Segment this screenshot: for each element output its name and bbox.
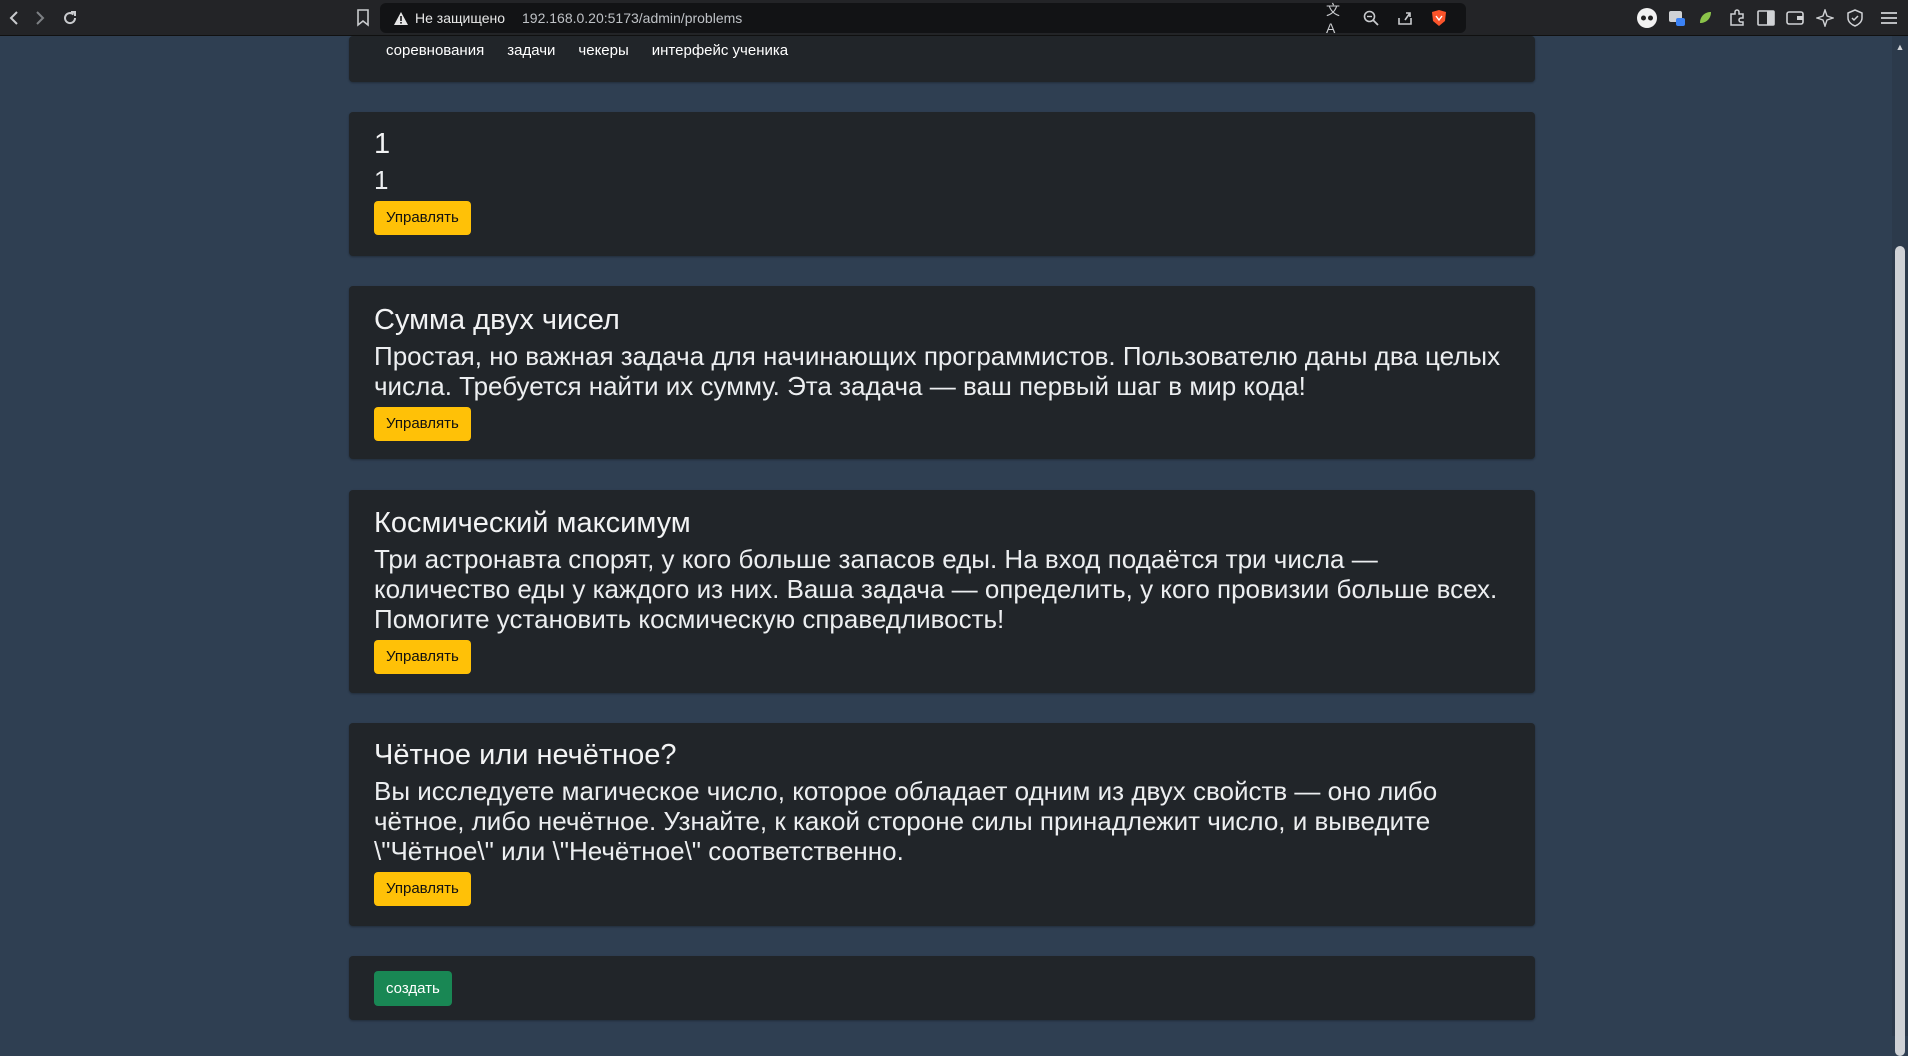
bookmark-icon[interactable] <box>349 4 377 32</box>
manage-button[interactable]: Управлять <box>374 201 471 235</box>
security-label[interactable]: Не защищено <box>415 0 505 36</box>
create-button[interactable]: создать <box>374 971 452 1006</box>
hamburger-menu-icon[interactable] <box>1876 5 1902 31</box>
problem-card: 1 1 Управлять <box>349 112 1535 256</box>
warning-icon[interactable] <box>392 3 410 33</box>
scrollbar[interactable]: ▲ ▼ <box>1892 36 1908 1056</box>
problem-title: Чётное или нечётное? <box>374 739 677 771</box>
sidebar-icon[interactable] <box>1753 5 1779 31</box>
scroll-thumb[interactable] <box>1895 246 1905 1056</box>
admin-nav-card: соревнования задачи чекеры интерфейс уче… <box>349 36 1535 82</box>
extension-avatar-icon[interactable] <box>1634 5 1660 31</box>
problem-description: 1 <box>374 165 389 195</box>
problem-title: Космический максимум <box>374 507 691 539</box>
problem-title: 1 <box>374 128 391 160</box>
problem-description: Простая, но важная задача для начинающих… <box>374 341 1501 401</box>
manage-button[interactable]: Управлять <box>374 407 471 441</box>
url-text[interactable]: 192.168.0.20:5173/admin/problems <box>522 0 742 36</box>
manage-button[interactable]: Управлять <box>374 872 471 906</box>
brave-shield-icon[interactable] <box>1428 3 1450 33</box>
nav-link-problems[interactable]: задачи <box>507 42 555 59</box>
extension-leaf-icon[interactable] <box>1692 5 1718 31</box>
problem-card: Космический максимум Три астронавта спор… <box>349 490 1535 693</box>
reload-icon[interactable] <box>56 4 84 32</box>
problem-description: Вы исследуете магическое число, которое … <box>374 776 1438 866</box>
browser-toolbar: 文A Не защищено 192.168.0.20:5173/admin/p… <box>0 0 1908 36</box>
problem-card: Сумма двух чисел Простая, но важная зада… <box>349 286 1535 459</box>
nav-link-checkers[interactable]: чекеры <box>578 42 628 59</box>
admin-nav: соревнования задачи чекеры интерфейс уче… <box>386 42 811 59</box>
problem-title: Сумма двух чисел <box>374 304 620 336</box>
problem-description: Три астронавта спорят, у кого больше зап… <box>374 544 1498 634</box>
problem-card: Чётное или нечётное? Вы исследуете магич… <box>349 723 1535 926</box>
create-card: создать <box>349 956 1535 1020</box>
nav-link-competitions[interactable]: соревнования <box>386 42 484 59</box>
share-icon[interactable] <box>1394 3 1416 33</box>
scroll-up-icon[interactable]: ▲ <box>1895 42 1905 52</box>
nav-link-student-interface[interactable]: интерфейс ученика <box>652 42 788 59</box>
forward-icon[interactable] <box>26 4 54 32</box>
manage-button[interactable]: Управлять <box>374 640 471 674</box>
wallet-icon[interactable] <box>1782 5 1808 31</box>
back-icon[interactable] <box>0 4 28 32</box>
vpn-shield-icon[interactable] <box>1842 5 1868 31</box>
leo-ai-icon[interactable] <box>1812 5 1838 31</box>
scroll-down-icon[interactable]: ▼ <box>1895 1022 1905 1032</box>
extensions-puzzle-icon[interactable] <box>1724 5 1750 31</box>
extension-wallet-icon[interactable] <box>1664 5 1690 31</box>
translate-icon[interactable]: 文A <box>1326 2 1348 36</box>
zoom-icon[interactable] <box>1360 3 1382 33</box>
